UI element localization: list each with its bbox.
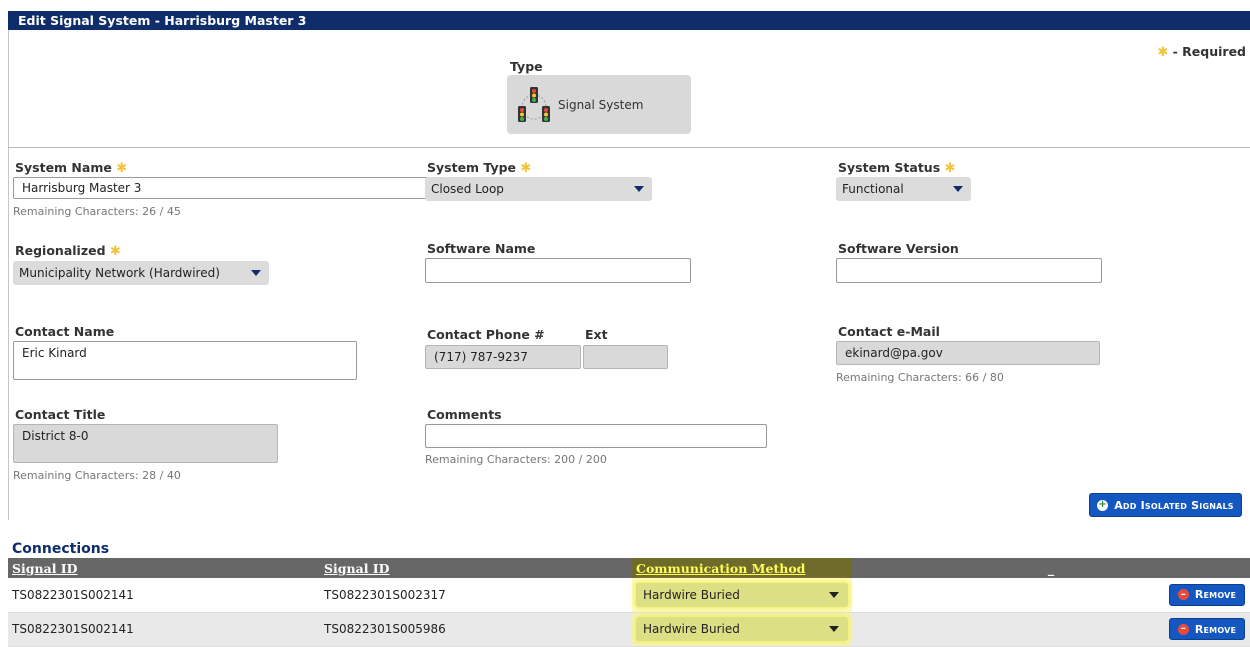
chevron-down-icon: [953, 186, 963, 192]
required-legend: ✱ - Required: [1157, 44, 1246, 60]
column-header-signal-id-a[interactable]: Signal ID: [8, 558, 320, 578]
traffic-signal-network-icon: [518, 86, 550, 122]
column-header-signal-id-b[interactable]: Signal ID: [320, 558, 632, 578]
required-star-icon: ✱: [1157, 45, 1169, 60]
contact-title-input[interactable]: District 8-0: [13, 424, 278, 463]
table-row: TS0822301S002141 TS0822301S002317 Hardwi…: [8, 578, 1250, 613]
software-name-label: Software Name: [427, 241, 536, 256]
system-type-value: Closed Loop: [431, 182, 504, 196]
system-status-label: System Status ✱: [838, 160, 955, 176]
contact-email-label: Contact e-Mail: [838, 324, 940, 339]
comments-label: Comments: [427, 407, 502, 422]
connections-title: Connections: [12, 541, 110, 557]
connections-table: Signal ID Signal ID Communication Method…: [8, 558, 1250, 647]
signal-id-b-cell: TS0822301S002317: [320, 578, 632, 613]
actions-cell: – Remove: [852, 612, 1250, 647]
minus-circle-icon: –: [1177, 589, 1189, 601]
communication-method-select[interactable]: Hardwire Buried: [636, 582, 848, 607]
minus-circle-icon: –: [1177, 623, 1189, 635]
communication-method-value: Hardwire Buried: [643, 587, 740, 602]
communication-method-cell: Hardwire Buried: [632, 612, 852, 647]
chevron-down-icon: [634, 186, 644, 192]
table-header-row: Signal ID Signal ID Communication Method…: [8, 558, 1250, 578]
required-legend-text: - Required: [1172, 44, 1246, 59]
panel-left-border: [8, 30, 9, 520]
type-label: Type: [510, 59, 543, 74]
add-isolated-signals-button[interactable]: + Add Isolated Signals: [1089, 493, 1242, 517]
software-name-input[interactable]: [425, 258, 691, 283]
plus-circle-icon: +: [1097, 499, 1109, 511]
ext-input[interactable]: [583, 345, 668, 369]
system-type-label-text: System Type: [427, 160, 517, 175]
system-status-select[interactable]: Functional: [836, 177, 971, 201]
contact-name-input[interactable]: Eric Kinard: [13, 341, 357, 380]
signal-id-a-cell: TS0822301S002141: [8, 612, 320, 647]
actions-cell: – Remove: [852, 578, 1250, 613]
type-value: Signal System: [558, 97, 644, 112]
system-name-label-text: System Name: [15, 160, 112, 175]
chevron-down-icon: [829, 591, 839, 598]
regionalized-value: Municipality Network (Hardwired): [19, 266, 220, 280]
communication-method-select[interactable]: Hardwire Buried: [636, 617, 848, 641]
section-divider: [8, 147, 1250, 148]
system-type-select[interactable]: Closed Loop: [425, 177, 652, 201]
comments-input[interactable]: [425, 424, 767, 448]
window-title: Edit Signal System - Harrisburg Master 3: [18, 13, 307, 28]
remove-label: Remove: [1194, 622, 1237, 636]
regionalized-label-text: Regionalized: [15, 243, 106, 258]
chevron-down-icon: [829, 626, 839, 632]
required-star-icon: ✱: [109, 244, 121, 259]
communication-method-value: Hardwire Buried: [643, 622, 740, 636]
communication-method-cell: Hardwire Buried: [632, 578, 852, 613]
system-name-input[interactable]: [13, 177, 433, 199]
contact-phone-input[interactable]: [425, 345, 581, 369]
contact-email-input[interactable]: [836, 341, 1100, 365]
column-header-actions-text: _: [1047, 560, 1055, 576]
contact-title-label: Contact Title: [15, 407, 106, 422]
system-type-label: System Type ✱: [427, 160, 531, 176]
system-name-label: System Name ✱: [15, 160, 127, 176]
required-star-icon: ✱: [116, 161, 128, 176]
contact-email-remaining: Remaining Characters: 66 / 80: [836, 371, 1004, 384]
remove-button[interactable]: – Remove: [1169, 583, 1245, 606]
system-status-value: Functional: [842, 182, 904, 196]
contact-phone-label: Contact Phone #: [427, 327, 545, 342]
regionalized-label: Regionalized ✱: [15, 243, 121, 259]
add-isolated-signals-label: Add Isolated Signals: [1114, 498, 1234, 512]
required-star-icon: ✱: [520, 161, 532, 176]
software-version-label: Software Version: [838, 241, 959, 256]
regionalized-select[interactable]: Municipality Network (Hardwired): [13, 261, 269, 285]
remove-label: Remove: [1194, 588, 1237, 602]
window-title-bar: Edit Signal System - Harrisburg Master 3: [8, 11, 1250, 30]
contact-title-remaining: Remaining Characters: 28 / 40: [13, 469, 181, 482]
system-name-remaining: Remaining Characters: 26 / 45: [13, 205, 181, 218]
type-selector[interactable]: Signal System: [507, 75, 691, 134]
comments-remaining: Remaining Characters: 200 / 200: [425, 453, 607, 466]
ext-label: Ext: [585, 327, 608, 342]
software-version-input[interactable]: [836, 258, 1102, 283]
remove-button[interactable]: – Remove: [1169, 618, 1245, 640]
contact-name-label: Contact Name: [15, 324, 115, 339]
system-status-label-text: System Status: [838, 160, 941, 175]
table-row: TS0822301S002141 TS0822301S005986 Hardwi…: [8, 612, 1250, 647]
required-star-icon: ✱: [944, 161, 956, 176]
column-header-communication-method[interactable]: Communication Method: [632, 558, 852, 578]
column-header-actions: _: [852, 558, 1250, 578]
signal-id-b-cell: TS0822301S005986: [320, 612, 632, 647]
signal-id-a-cell: TS0822301S002141: [8, 578, 320, 613]
chevron-down-icon: [251, 270, 261, 276]
